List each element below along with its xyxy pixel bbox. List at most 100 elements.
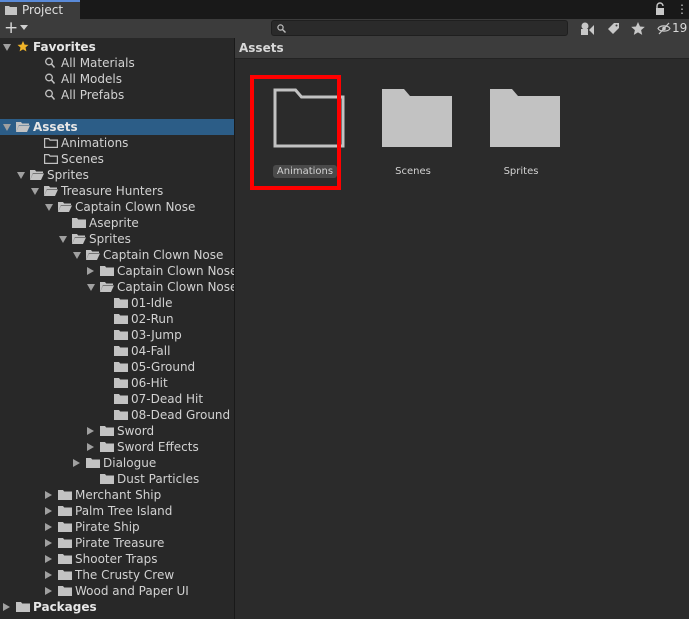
folder-icon [72, 217, 86, 228]
hidden-count: 19 [672, 21, 688, 35]
tree-item[interactable]: Captain Clown Nose [0, 199, 234, 215]
expand-arrow-right-icon[interactable] [45, 491, 52, 499]
tree-item[interactable]: All Models [0, 71, 234, 87]
tree-item[interactable]: 06-Hit [0, 375, 234, 391]
expand-arrow-right-icon[interactable] [45, 539, 52, 547]
tree-item[interactable]: 04-Fall [0, 343, 234, 359]
tree-item[interactable]: Sword [0, 423, 234, 439]
tree-item[interactable]: Sprites [0, 167, 234, 183]
expand-arrow-right-icon[interactable] [45, 523, 52, 531]
folder-open-icon [30, 169, 44, 180]
tree-item[interactable]: All Materials [0, 55, 234, 71]
tree-item-label: 02-Run [131, 312, 174, 326]
tree-item[interactable]: 03-Jump [0, 327, 234, 343]
expand-arrow-right-icon[interactable] [45, 587, 52, 595]
expand-arrow-right-icon[interactable] [87, 443, 94, 451]
expand-arrow-right-icon[interactable] [45, 507, 52, 515]
folder-icon [114, 297, 128, 308]
tree-item[interactable]: Captain Clown Nose [0, 279, 234, 295]
tree-item-label: Favorites [33, 40, 96, 54]
tree-item[interactable]: Aseprite [0, 215, 234, 231]
folder-open-icon [100, 281, 114, 292]
tree-item[interactable]: 07-Dead Hit [0, 391, 234, 407]
expand-arrow-right-icon[interactable] [3, 603, 10, 611]
folder-icon [100, 441, 114, 452]
tree-item[interactable]: Dialogue [0, 455, 234, 471]
tree-item-label: Pirate Ship [75, 520, 140, 534]
tree-item[interactable]: Animations [0, 135, 234, 151]
expand-arrow-right-icon[interactable] [45, 571, 52, 579]
search-icon [44, 73, 58, 84]
add-button[interactable]: + [4, 19, 18, 37]
folder-open-icon [72, 233, 86, 244]
tree-item[interactable]: Captain Clown Nose [0, 263, 234, 279]
annotation-highlight-box [250, 75, 341, 190]
hidden-packages-toggle[interactable]: 19 [657, 20, 687, 37]
expand-arrow-down-icon[interactable] [45, 204, 53, 211]
tree-item[interactable]: Pirate Ship [0, 519, 234, 535]
folder-open-icon [86, 249, 100, 260]
search-by-type-icon[interactable] [577, 20, 601, 37]
expand-arrow-right-icon[interactable] [73, 459, 80, 467]
chevron-down-icon[interactable] [20, 25, 28, 30]
tree-item[interactable]: Favorites [0, 39, 234, 55]
more-options-icon[interactable]: ⋮ [676, 2, 688, 16]
tree-item[interactable]: Sword Effects [0, 439, 234, 455]
folder-icon [380, 85, 454, 149]
tree-item[interactable]: Wood and Paper UI [0, 583, 234, 599]
tree-item[interactable]: Packages [0, 599, 234, 615]
tree-item[interactable]: Pirate Treasure [0, 535, 234, 551]
expand-arrow-down-icon[interactable] [73, 252, 81, 259]
folder-icon [58, 489, 72, 500]
asset-item[interactable]: Sprites [471, 59, 571, 199]
folder-icon [114, 361, 128, 372]
tree-item-label: 07-Dead Hit [131, 392, 204, 406]
tree-item[interactable]: 02-Run [0, 311, 234, 327]
tree-item[interactable]: Captain Clown Nose [0, 247, 234, 263]
tree-item[interactable]: Merchant Ship [0, 487, 234, 503]
tree-item[interactable]: Scenes [0, 151, 234, 167]
expand-arrow-down-icon[interactable] [87, 284, 95, 291]
tree-item[interactable]: Sprites [0, 231, 234, 247]
expand-arrow-down-icon[interactable] [31, 188, 39, 195]
expand-arrow-right-icon[interactable] [45, 555, 52, 563]
tree-item-label: The Crusty Crew [75, 568, 175, 582]
tree-item[interactable]: Treasure Hunters [0, 183, 234, 199]
expand-arrow-down-icon[interactable] [59, 236, 67, 243]
tree-item-label: Sword [117, 424, 155, 438]
tree-item-label: Palm Tree Island [75, 504, 173, 518]
tree-item[interactable]: 05-Ground [0, 359, 234, 375]
asset-item[interactable]: Scenes [363, 59, 463, 199]
search-field[interactable] [271, 20, 568, 36]
toolbar: + 19 [0, 19, 689, 39]
search-input[interactable] [290, 21, 560, 35]
tree-item-label: Captain Clown Nose [103, 248, 224, 262]
tab-bar: Project ⋮ [0, 0, 689, 19]
folder-icon [114, 313, 128, 324]
tree-item[interactable]: Palm Tree Island [0, 503, 234, 519]
folder-icon [16, 601, 30, 612]
folder-icon [58, 537, 72, 548]
expand-arrow-down-icon[interactable] [3, 124, 11, 131]
tree-item[interactable]: All Prefabs [0, 87, 234, 103]
tree-item-label: Dialogue [103, 456, 157, 470]
expand-arrow-down-icon[interactable] [17, 172, 25, 179]
tree-item[interactable]: Shooter Traps [0, 551, 234, 567]
expand-arrow-right-icon[interactable] [87, 267, 94, 275]
folder-icon [86, 457, 100, 468]
tree-item[interactable]: Dust Particles [0, 471, 234, 487]
tree-item[interactable]: 08-Dead Ground [0, 407, 234, 423]
tree-item[interactable]: 01-Idle [0, 295, 234, 311]
favorite-star-icon[interactable] [626, 20, 650, 37]
expand-arrow-right-icon[interactable] [87, 427, 94, 435]
folder-open-icon [44, 185, 58, 196]
breadcrumb-assets[interactable]: Assets [239, 41, 284, 55]
tree-item-label: Captain Clown Nose [117, 280, 234, 294]
tree-item[interactable]: The Crusty Crew [0, 567, 234, 583]
tab-project[interactable]: Project [0, 0, 80, 19]
tree-item[interactable]: Assets [0, 119, 234, 135]
lock-icon[interactable] [655, 2, 665, 16]
tree-item-label: Wood and Paper UI [75, 584, 189, 598]
label-tag-icon[interactable] [601, 20, 625, 37]
expand-arrow-down-icon[interactable] [3, 44, 11, 51]
